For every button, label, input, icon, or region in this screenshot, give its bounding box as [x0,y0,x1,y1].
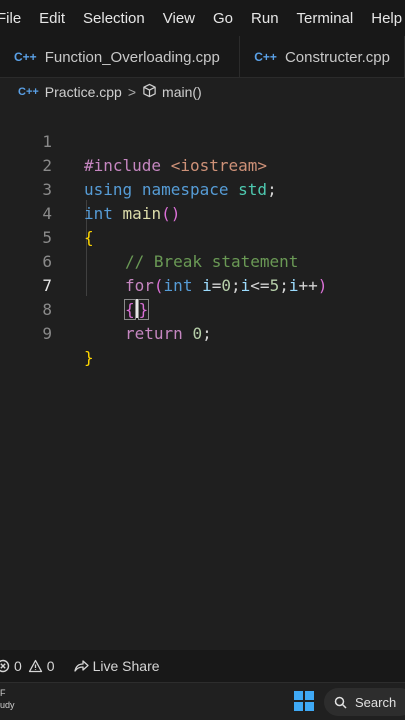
line-number: 9 [42,324,52,343]
menu-terminal[interactable]: Terminal [297,10,354,27]
warning-count: 0 [46,658,55,674]
editor-tab-bar: C++ Function_Overloading.cpp C++ Constru… [0,36,405,78]
live-share-button[interactable]: Live Share [73,658,160,674]
code-line: 5 // Break statement [0,202,405,271]
code-line: 2 using namespace std; [0,130,405,199]
search-label: Search [355,694,397,710]
cpp-file-icon: C++ [254,50,277,64]
menu-bar: File Edit Selection View Go Run Terminal… [0,0,405,36]
menu-edit[interactable]: Edit [39,10,65,27]
error-count: 0 [14,658,22,674]
os-taskbar: F udy Search [0,682,405,720]
code-line-active: 7 {} [0,250,405,320]
cpp-file-icon: C++ [18,86,39,98]
warning-icon [28,659,42,673]
code-line: 4 { [0,178,405,247]
code-line: 3 int main() [0,154,405,223]
problems-status[interactable]: 0 0 [0,658,55,674]
weather-widget[interactable]: F udy [0,687,15,711]
code-line: 6 for(int i=0;i<=5;i++) [0,226,405,295]
menu-help[interactable]: Help [371,10,402,27]
live-share-label: Live Share [92,658,160,674]
token: ; [202,324,212,343]
tab-constructer[interactable]: C++ Constructer.cpp [240,36,405,77]
search-icon [334,696,347,709]
status-bar: 0 0 Live Share [0,650,405,682]
menu-file[interactable]: File [0,10,21,27]
windows-start-icon[interactable] [294,691,314,711]
menu-view[interactable]: View [163,10,195,27]
token: 0 [192,324,203,343]
menu-selection[interactable]: Selection [83,10,145,27]
live-share-icon [73,660,89,672]
breadcrumb-separator: > [127,84,137,100]
symbol-method-icon [142,83,157,101]
code-line: 1 #include <iostream> [0,106,405,175]
taskbar-search[interactable]: Search [324,688,405,716]
breadcrumb: C++ Practice.cpp > main() [0,78,405,106]
cpp-file-icon: C++ [14,50,37,64]
token: } [84,348,94,367]
weather-desc: udy [0,700,15,710]
menu-run[interactable]: Run [251,10,279,27]
breadcrumb-symbol[interactable]: main() [162,84,202,100]
error-icon [0,659,10,673]
menu-go[interactable]: Go [213,10,233,27]
tab-label: Constructer.cpp [284,48,390,66]
code-editor[interactable]: 1 #include <iostream> 2 using namespace … [0,106,405,650]
breadcrumb-file[interactable]: Practice.cpp [45,84,122,100]
weather-temp: F [0,688,6,698]
code-line: 8 return 0; [0,274,405,343]
tab-function-overloading[interactable]: C++ Function_Overloading.cpp [0,36,241,77]
token: return [125,324,183,343]
tab-label: Function_Overloading.cpp [44,48,220,66]
code-line: 9 } [0,298,405,367]
